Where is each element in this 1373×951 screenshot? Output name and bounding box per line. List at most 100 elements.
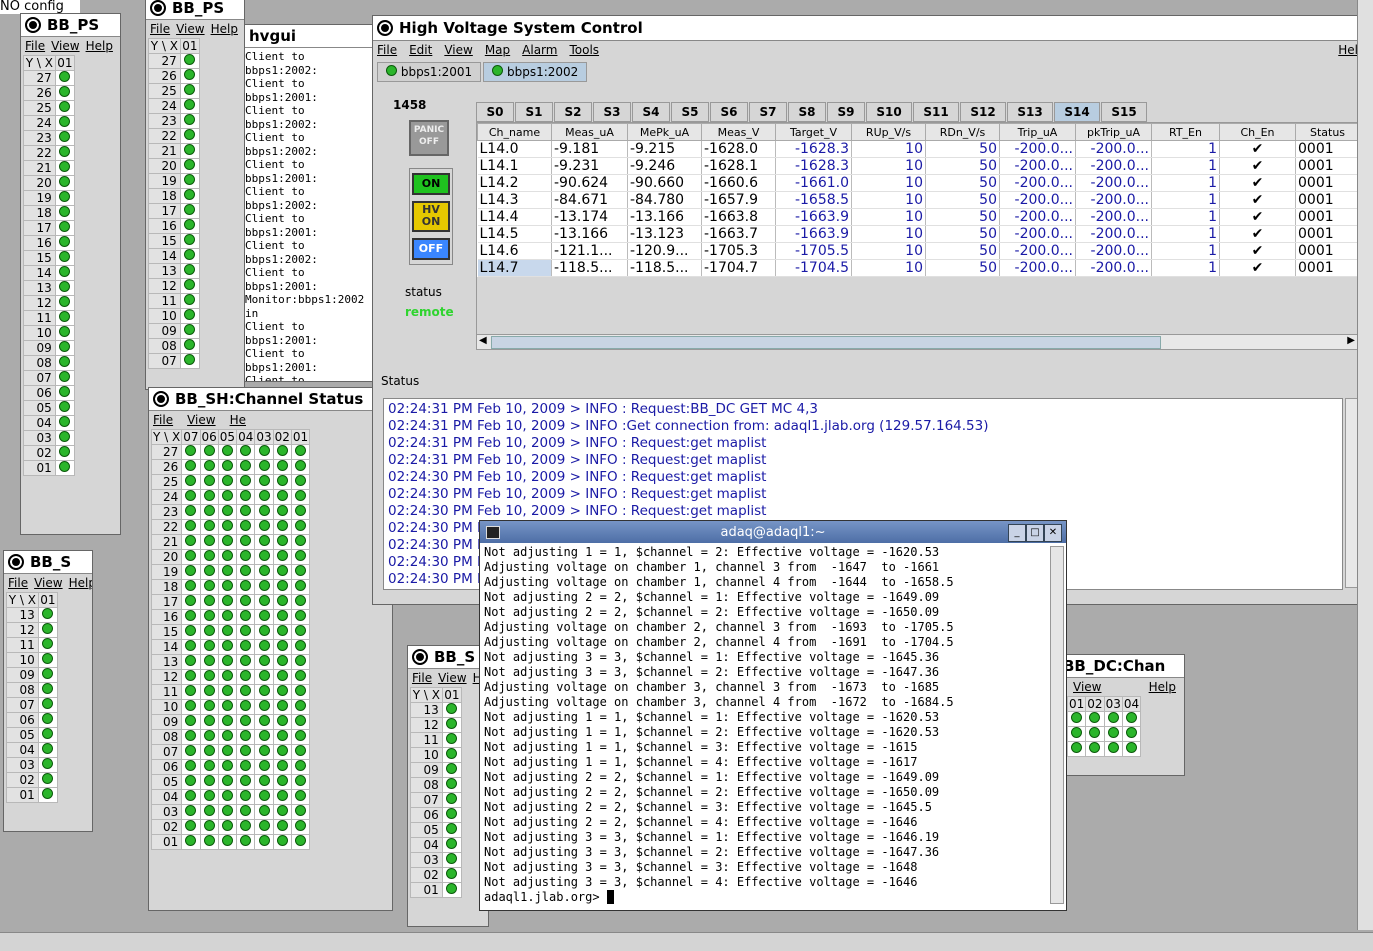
grid-cell[interactable] — [236, 549, 256, 565]
panic-off-button[interactable]: PANIC OFF — [409, 120, 449, 156]
grid-cell[interactable] — [254, 639, 274, 655]
minimize-icon[interactable]: _ — [1008, 524, 1026, 542]
grid-cell[interactable] — [272, 579, 292, 595]
grid-cell[interactable] — [272, 534, 292, 550]
grid-cell[interactable] — [181, 624, 201, 640]
menu-view[interactable]: View — [438, 671, 466, 685]
grid-cell[interactable] — [181, 519, 201, 535]
grid-cell[interactable] — [181, 579, 201, 595]
window-menu-icon[interactable] — [25, 17, 41, 33]
grid-cell[interactable] — [254, 534, 274, 550]
grid-cell[interactable] — [199, 579, 219, 595]
grid-cell[interactable] — [217, 534, 238, 550]
grid-cell[interactable] — [1066, 741, 1087, 757]
grid-cell[interactable] — [441, 837, 463, 853]
grid-cell[interactable] — [199, 519, 219, 535]
grid-cell[interactable] — [54, 70, 76, 86]
grid-cell[interactable] — [290, 459, 311, 475]
grid-cell[interactable] — [236, 624, 256, 640]
table-cell[interactable]: ✔ — [1219, 157, 1296, 175]
grid-cell[interactable] — [181, 489, 201, 505]
grid-cell[interactable] — [272, 669, 292, 685]
grid-cell[interactable] — [199, 534, 219, 550]
hvgui-window[interactable]: hvgui Client to bbps1:2002: Client to bbp… — [244, 24, 376, 382]
grid-cell[interactable] — [37, 742, 59, 758]
grid-cell[interactable] — [236, 579, 256, 595]
grid-cell[interactable] — [254, 579, 274, 595]
grid-cell[interactable] — [1103, 711, 1123, 727]
grid-cell[interactable] — [254, 834, 274, 850]
grid-cell[interactable] — [254, 444, 274, 460]
grid-cell[interactable] — [217, 639, 238, 655]
grid-cell[interactable] — [199, 504, 219, 520]
grid-cell[interactable] — [441, 867, 463, 883]
table-row[interactable]: L14.1 -9.231 -9.246 -1628.1 -1628.3 10 50 -200.… — [477, 157, 1358, 175]
grid-cell[interactable] — [1085, 711, 1105, 727]
tab-slot-s2[interactable]: S2 — [554, 102, 592, 122]
grid-cell[interactable] — [236, 744, 256, 760]
menu-help[interactable]: Help — [211, 22, 238, 36]
hvgui-titlebar[interactable]: hvgui — [245, 25, 375, 48]
grid-cell[interactable] — [290, 594, 311, 610]
grid-cell[interactable] — [54, 295, 76, 311]
bbdc-titlebar[interactable]: BB_DC:Chan — [1059, 655, 1184, 678]
column-header[interactable]: Ch_name — [477, 123, 552, 141]
grid-cell[interactable] — [54, 145, 76, 161]
grid-cell[interactable] — [236, 534, 256, 550]
grid-cell[interactable] — [54, 280, 76, 296]
grid-cell[interactable] — [290, 549, 311, 565]
terminal-scrollbar[interactable] — [1050, 546, 1064, 904]
window-menu-icon[interactable] — [150, 0, 166, 16]
grid-cell[interactable] — [217, 744, 238, 760]
grid-cell[interactable] — [441, 792, 463, 808]
column-header[interactable]: Meas_uA — [551, 123, 628, 141]
grid-cell[interactable] — [54, 175, 76, 191]
grid-cell[interactable] — [179, 68, 201, 84]
grid-cell[interactable] — [199, 654, 219, 670]
grid-cell[interactable] — [199, 564, 219, 580]
tab-slot-s7[interactable]: S7 — [749, 102, 787, 122]
hv-on-button[interactable]: HV ON — [412, 201, 450, 232]
grid-cell[interactable] — [217, 669, 238, 685]
grid-cell[interactable] — [179, 188, 201, 204]
bbs-small-titlebar[interactable]: BB_S — [4, 551, 92, 574]
grid-cell[interactable] — [441, 702, 463, 718]
tab-slot-s15[interactable]: S15 — [1101, 102, 1147, 122]
grid-cell[interactable] — [179, 248, 201, 264]
grid-cell[interactable] — [179, 323, 201, 339]
bbps-left-titlebar[interactable]: BB_PS — [21, 14, 120, 37]
table-cell[interactable]: ✔ — [1219, 174, 1296, 192]
grid-cell[interactable] — [441, 732, 463, 748]
grid-cell[interactable] — [441, 852, 463, 868]
grid-cell[interactable] — [1085, 741, 1105, 757]
grid-cell[interactable] — [181, 699, 201, 715]
grid-cell[interactable] — [179, 158, 201, 174]
grid-cell[interactable] — [54, 325, 76, 341]
grid-cell[interactable] — [254, 819, 274, 835]
grid-cell[interactable] — [199, 669, 219, 685]
menu-file[interactable]: File — [8, 576, 28, 590]
grid-cell[interactable] — [217, 804, 238, 820]
grid-cell[interactable] — [254, 654, 274, 670]
grid-cell[interactable] — [236, 774, 256, 790]
grid-cell[interactable] — [217, 699, 238, 715]
column-header[interactable]: Status — [1295, 123, 1358, 141]
bbps-left-window[interactable]: BB_PS File View Help Y \ X 01 27 26 25 24 23 22 21… — [20, 13, 121, 535]
tab-slot-s6[interactable]: S6 — [710, 102, 748, 122]
grid-cell[interactable] — [217, 549, 238, 565]
grid-cell[interactable] — [199, 684, 219, 700]
maximize-icon[interactable]: □ — [1026, 524, 1044, 542]
grid-cell[interactable] — [217, 474, 238, 490]
grid-cell[interactable] — [236, 474, 256, 490]
grid-cell[interactable] — [54, 130, 76, 146]
scroll-left-icon[interactable]: ◀ — [479, 335, 487, 346]
grid-cell[interactable] — [236, 564, 256, 580]
grid-cell[interactable] — [290, 774, 311, 790]
grid-cell[interactable] — [217, 834, 238, 850]
grid-cell[interactable] — [54, 340, 76, 356]
grid-cell[interactable] — [290, 504, 311, 520]
window-menu-icon[interactable] — [412, 649, 428, 665]
grid-cell[interactable] — [290, 654, 311, 670]
bbs-mid-titlebar[interactable]: BB_S — [408, 646, 488, 669]
tab-slot-s0[interactable]: S0 — [476, 102, 514, 122]
